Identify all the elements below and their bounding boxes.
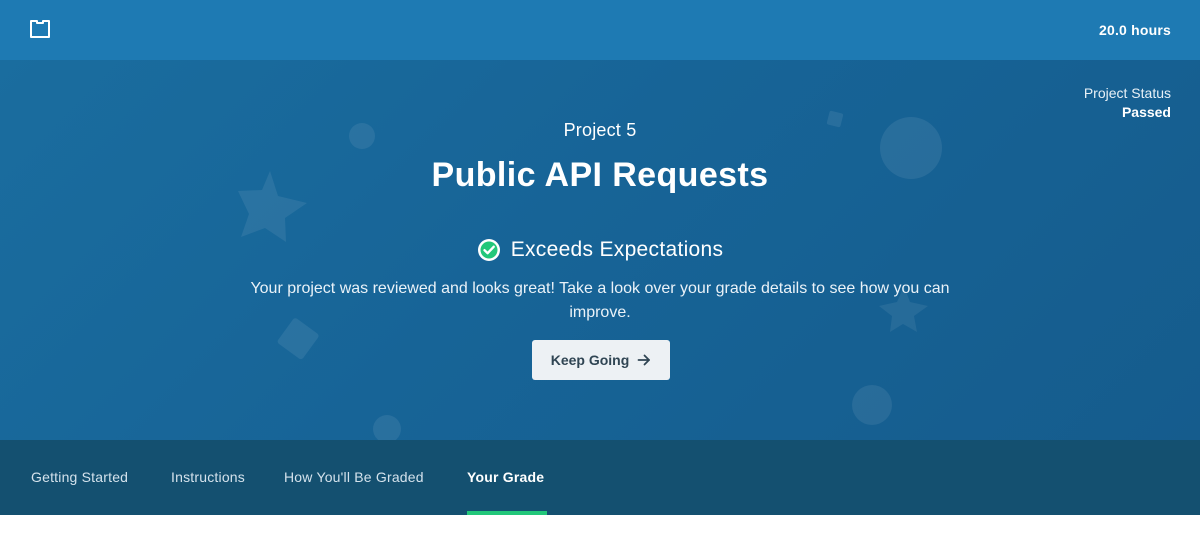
- decor-circle-bottom: [852, 385, 892, 425]
- keep-going-button[interactable]: Keep Going: [532, 340, 670, 380]
- check-circle-icon: [477, 239, 500, 261]
- arrow-right-icon: [637, 354, 651, 366]
- project-title: Public API Requests: [431, 156, 769, 194]
- project-page: 20.0 hours Project Status Passed Project…: [0, 0, 1200, 550]
- tab-how-graded[interactable]: How You'll Be Graded: [284, 440, 424, 515]
- grade-label: Exceeds Expectations: [510, 238, 724, 261]
- project-number: Project 5: [563, 120, 637, 140]
- tab-instructions[interactable]: Instructions: [171, 440, 245, 515]
- tab-your-grade[interactable]: Your Grade: [467, 440, 547, 515]
- project-status: Project Status Passed: [1084, 84, 1171, 122]
- top-bar: 20.0 hours: [0, 0, 1200, 60]
- decor-circle-half: [373, 415, 401, 440]
- folder-icon[interactable]: [29, 19, 51, 39]
- keep-going-label: Keep Going: [550, 352, 630, 368]
- tab-getting-started-label: Getting Started: [31, 469, 129, 485]
- estimated-hours: 20.0 hours: [1098, 22, 1171, 38]
- project-hero: Project Status Passed Project 5 Public A…: [0, 60, 1200, 440]
- grade-result: Exceeds Expectations: [0, 237, 1200, 263]
- tab-getting-started[interactable]: Getting Started: [31, 440, 128, 515]
- tab-instructions-label: Instructions: [171, 469, 245, 485]
- project-status-label: Project Status: [1083, 85, 1171, 101]
- tab-your-grade-label: Your Grade: [467, 469, 545, 485]
- active-tab-indicator: [467, 511, 547, 515]
- project-tabs: Getting Started Instructions How You'll …: [0, 440, 1200, 515]
- review-message: Your project was reviewed and looks grea…: [250, 280, 950, 321]
- tab-how-graded-label: How You'll Be Graded: [284, 469, 424, 485]
